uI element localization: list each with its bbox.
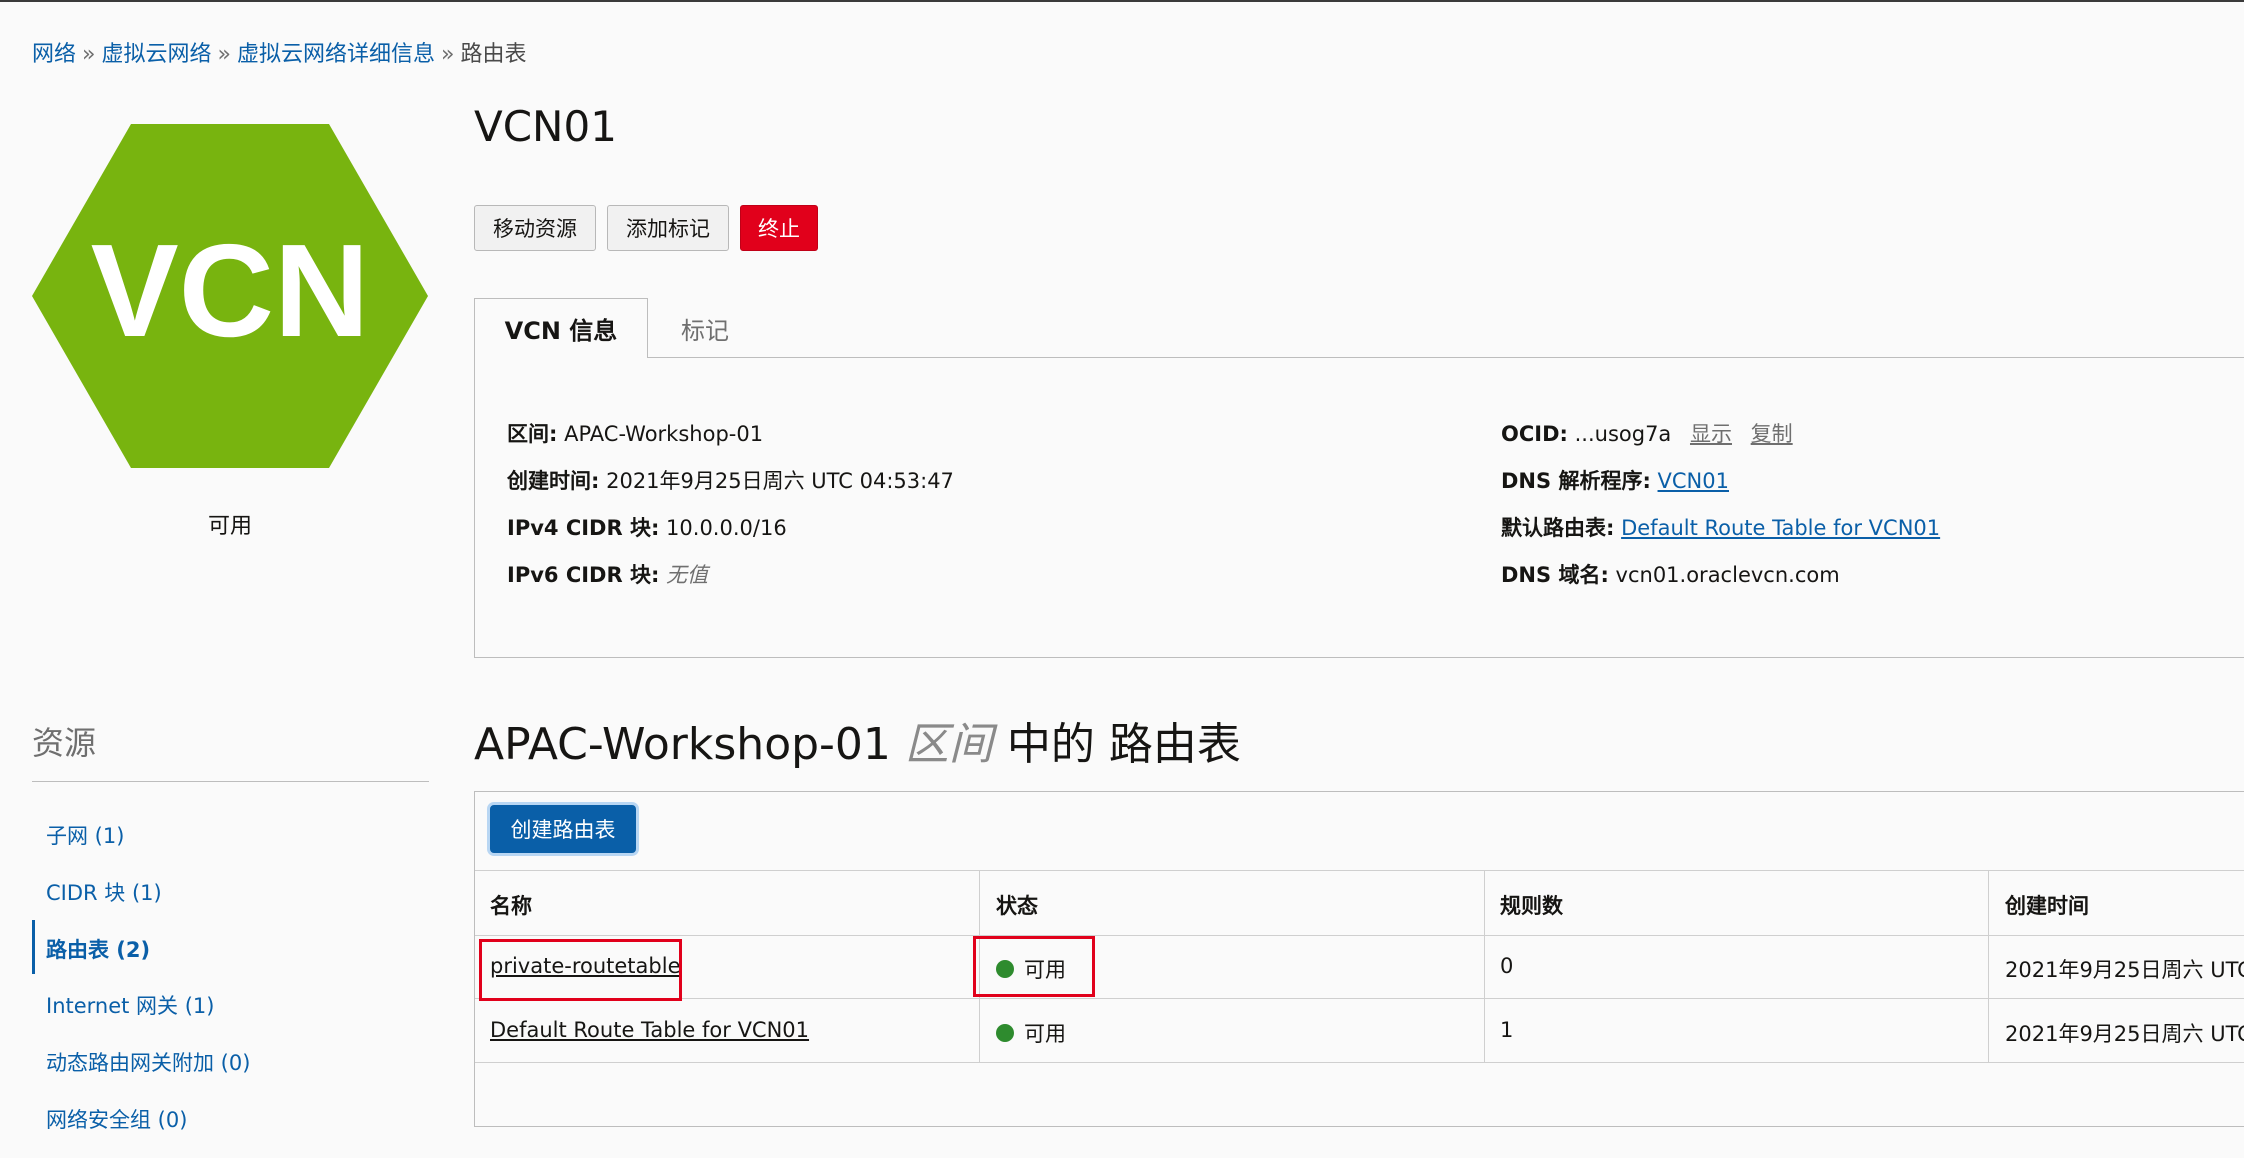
table-row-rules: 1 <box>1500 1018 1514 1042</box>
dns-domain-value: vcn01.oraclevcn.com <box>1615 563 1840 587</box>
status-available-icon <box>996 1024 1014 1042</box>
terminate-button[interactable]: 终止 <box>740 205 818 251</box>
compartment-row: 区间: APAC-Workshop-01 <box>507 418 763 448</box>
sidebar-item-network-security-groups[interactable]: 网络安全组 (0) <box>46 1104 187 1134</box>
ocid-label: OCID: <box>1501 422 1568 446</box>
resources-divider <box>32 781 429 782</box>
table-row-rules: 0 <box>1500 954 1514 978</box>
sidebar-item-cidr-blocks[interactable]: CIDR 块 (1) <box>46 877 162 907</box>
ocid-copy-link[interactable]: 复制 <box>1751 422 1793 446</box>
sidebar-item-route-tables[interactable]: 路由表 (2) <box>46 934 150 964</box>
vcn-hexagon-icon: VCN <box>32 124 428 468</box>
section-heading: APAC-Workshop-01 区间 中的 路由表 <box>474 708 1241 772</box>
sidebar-active-indicator <box>32 920 35 974</box>
page-title: VCN01 <box>474 102 617 151</box>
ipv4-row: IPv4 CIDR 块: 10.0.0.0/16 <box>507 512 787 542</box>
ipv6-row: IPv6 CIDR 块: 无值 <box>507 559 708 589</box>
breadcrumb-link-vcn-details[interactable]: 虚拟云网络详细信息 <box>237 42 435 67</box>
ipv6-label: IPv6 CIDR 块: <box>507 563 660 587</box>
table-row-status: 可用 <box>996 1018 1066 1048</box>
ocid-row: OCID: ...usog7a 显示 复制 <box>1501 418 1793 448</box>
breadcrumb-separator: » <box>82 42 96 67</box>
dns-resolver-row: DNS 解析程序: VCN01 <box>1501 465 1729 495</box>
resources-heading: 资源 <box>32 724 97 762</box>
table-row-created: 2021年9月25日周六 UTC <box>2005 958 2244 982</box>
section-heading-compartment: APAC-Workshop-01 <box>474 719 891 770</box>
dns-domain-label: DNS 域名: <box>1501 563 1609 587</box>
compartment-value: APAC-Workshop-01 <box>564 422 764 446</box>
column-header-state[interactable]: 状态 <box>996 890 1038 920</box>
breadcrumb: 网络» 虚拟云网络» 虚拟云网络详细信息» 路由表 <box>32 36 526 68</box>
breadcrumb-link-vcns[interactable]: 虚拟云网络 <box>101 42 211 67</box>
table-header-top-line <box>475 870 2244 871</box>
default-route-link[interactable]: Default Route Table for VCN01 <box>1621 516 1940 540</box>
breadcrumb-link-network[interactable]: 网络 <box>32 42 76 67</box>
table-column-divider <box>1988 870 1989 1062</box>
breadcrumb-current: 路由表 <box>460 42 527 67</box>
table-row-divider <box>475 1062 2244 1063</box>
table-row-divider <box>475 998 2244 999</box>
default-route-row: 默认路由表: Default Route Table for VCN01 <box>1501 512 1940 542</box>
create-route-table-button[interactable]: 创建路由表 <box>490 805 636 853</box>
dns-domain-row: DNS 域名: vcn01.oraclevcn.com <box>1501 559 1840 589</box>
ipv6-value: 无值 <box>666 563 709 587</box>
column-header-rules[interactable]: 规则数 <box>1500 890 1563 920</box>
sidebar-item-subnets[interactable]: 子网 (1) <box>46 820 124 850</box>
dns-resolver-link[interactable]: VCN01 <box>1658 469 1729 493</box>
ipv4-value: 10.0.0.0/16 <box>666 516 787 540</box>
highlight-box-name <box>479 939 682 1001</box>
created-row: 创建时间: 2021年9月25日周六 UTC 04:53:47 <box>507 465 954 495</box>
dns-resolver-label: DNS 解析程序: <box>1501 469 1651 493</box>
tab-vcn-info[interactable]: VCN 信息 <box>474 298 648 358</box>
created-label: 创建时间: <box>507 469 600 493</box>
route-table-link-default[interactable]: Default Route Table for VCN01 <box>490 1018 809 1042</box>
table-column-divider <box>1484 870 1485 1062</box>
ocid-value: ...usog7a <box>1574 422 1672 446</box>
table-header-bottom-line <box>475 935 2244 936</box>
table-row-created: 2021年9月25日周六 UTC <box>2005 1022 2244 1046</box>
tab-tags[interactable]: 标记 <box>660 298 750 358</box>
created-value: 2021年9月25日周六 UTC 04:53:47 <box>606 469 954 493</box>
section-heading-suffix: 中的 路由表 <box>1006 719 1241 770</box>
route-tables-panel <box>474 791 2244 1127</box>
ipv4-label: IPv4 CIDR 块: <box>507 516 660 540</box>
move-resource-button[interactable]: 移动资源 <box>474 205 596 251</box>
breadcrumb-separator: » <box>440 42 455 67</box>
vcn-status-label: 可用 <box>207 514 252 539</box>
vcn-info-panel: 区间: APAC-Workshop-01 创建时间: 2021年9月25日周六 … <box>474 357 2244 658</box>
add-tags-button[interactable]: 添加标记 <box>607 205 729 251</box>
highlight-box-status <box>973 936 1095 997</box>
default-route-label: 默认路由表: <box>1501 516 1615 540</box>
compartment-label: 区间: <box>507 422 558 446</box>
section-heading-italic: 区间 <box>904 719 993 770</box>
vcn-icon-text: VCN <box>91 217 370 364</box>
ocid-show-link[interactable]: 显示 <box>1690 422 1732 446</box>
status-text: 可用 <box>1024 1022 1066 1046</box>
column-header-name[interactable]: 名称 <box>490 890 532 920</box>
sidebar-item-drg-attachments[interactable]: 动态路由网关附加 (0) <box>46 1047 250 1077</box>
column-header-created[interactable]: 创建时间 <box>2005 890 2089 920</box>
sidebar-item-internet-gateways[interactable]: Internet 网关 (1) <box>46 990 214 1020</box>
breadcrumb-separator: » <box>217 42 231 67</box>
